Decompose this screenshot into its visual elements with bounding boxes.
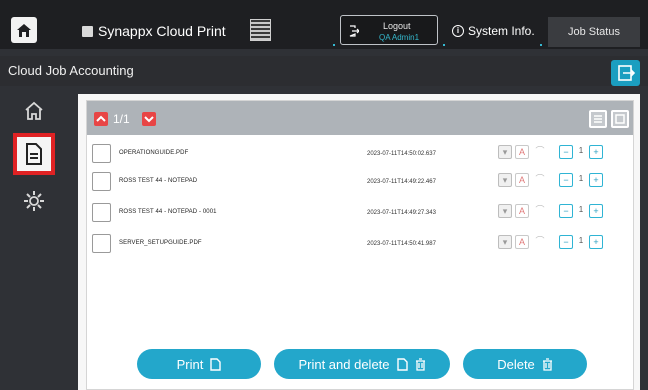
row-checkbox[interactable]	[92, 172, 111, 191]
indicator-dot	[540, 44, 542, 46]
increase-copies-button[interactable]: +	[589, 204, 603, 218]
print-and-delete-label: Print and delete	[298, 356, 390, 372]
fullscreen-button[interactable]	[611, 110, 629, 128]
document-icon	[396, 357, 408, 371]
page-up-button[interactable]	[94, 112, 108, 126]
trash-icon	[415, 357, 425, 371]
file-timestamp: 2023-07-11T14:49:27.343	[367, 210, 436, 216]
staple-icon[interactable]: ⌒	[533, 204, 547, 218]
decrease-copies-button[interactable]: −	[559, 145, 573, 159]
page-indicator: 1/1	[113, 112, 130, 126]
nav-home[interactable]	[15, 92, 53, 130]
logout-label: Logout	[383, 21, 411, 31]
file-name: ROSS TEST 44 - NOTEPAD	[119, 178, 198, 184]
home-icon	[17, 23, 31, 37]
tray-icon[interactable]: ▾	[498, 145, 512, 159]
staple-icon[interactable]: ⌒	[533, 173, 547, 187]
indicator-dot	[333, 44, 335, 46]
delete-label: Delete	[497, 356, 535, 372]
job-status-button[interactable]: Job Status	[548, 17, 640, 47]
list-item[interactable]: SERVER_SETUPGUIDE.PDF 2023-07-11T14:50:4…	[92, 234, 612, 258]
copies-count: 1	[578, 146, 584, 155]
color-icon[interactable]: A	[515, 145, 529, 159]
color-icon[interactable]: A	[515, 204, 529, 218]
title-bar: Cloud Job Accounting	[0, 56, 648, 86]
tray-icon[interactable]: ▾	[498, 204, 512, 218]
tray-icon[interactable]: ▾	[498, 235, 512, 249]
exit-button[interactable]	[611, 60, 640, 86]
increase-copies-button[interactable]: +	[589, 173, 603, 187]
decrease-copies-button[interactable]: −	[559, 235, 573, 249]
gear-icon	[24, 191, 44, 211]
decrease-copies-button[interactable]: −	[559, 173, 573, 187]
list-item[interactable]: ROSS TEST 44 - NOTEPAD - 0001 2023-07-11…	[92, 203, 612, 227]
staple-icon[interactable]: ⌒	[533, 145, 547, 159]
print-button[interactable]: Print	[137, 349, 261, 379]
copies-count: 1	[578, 205, 584, 214]
indicator-dot	[443, 44, 445, 46]
system-info-button[interactable]: i System Info.	[452, 24, 535, 38]
delete-button[interactable]: Delete	[463, 349, 587, 379]
pager-bar	[87, 101, 633, 135]
nav-settings[interactable]	[15, 182, 53, 220]
file-timestamp: 2023-07-11T14:49:22.467	[367, 179, 436, 185]
page-down-button[interactable]	[142, 112, 156, 126]
print-and-delete-button[interactable]: Print and delete	[274, 349, 450, 379]
page-title: Cloud Job Accounting	[8, 63, 134, 78]
select-all-button[interactable]	[589, 110, 607, 128]
logout-icon	[349, 25, 359, 37]
keyboard-icon[interactable]	[250, 19, 271, 41]
file-name: SERVER_SETUPGUIDE.PDF	[119, 240, 202, 246]
logout-button[interactable]: Logout QA Admin1	[340, 15, 438, 45]
copies-count: 1	[578, 174, 584, 183]
trash-icon	[542, 357, 552, 371]
app-title: Synappx Cloud Print	[98, 23, 226, 39]
expand-icon	[615, 114, 625, 124]
copies-count: 1	[578, 236, 584, 245]
print-label: Print	[176, 356, 204, 372]
list-item[interactable]: OPERATIONGUIDE.PDF 2023-07-11T14:50:02.6…	[92, 144, 612, 168]
exit-icon	[618, 65, 636, 81]
tray-icon[interactable]: ▾	[498, 173, 512, 187]
row-checkbox[interactable]	[92, 144, 111, 163]
home-icon	[25, 101, 43, 120]
chevron-down-icon	[144, 116, 154, 123]
row-checkbox[interactable]	[92, 234, 111, 253]
increase-copies-button[interactable]: +	[589, 145, 603, 159]
top-bar: Synappx Cloud Print Logout QA Admin1 i S…	[0, 0, 648, 49]
decrease-copies-button[interactable]: −	[559, 204, 573, 218]
color-icon[interactable]: A	[515, 173, 529, 187]
side-nav	[0, 86, 72, 390]
row-checkbox[interactable]	[92, 203, 111, 222]
file-name: ROSS TEST 44 - NOTEPAD - 0001	[119, 209, 217, 215]
list-icon	[594, 115, 602, 123]
home-button[interactable]	[11, 17, 37, 43]
info-icon: i	[452, 25, 464, 37]
increase-copies-button[interactable]: +	[589, 235, 603, 249]
app-icon	[82, 26, 93, 37]
color-icon[interactable]: A	[515, 235, 529, 249]
document-icon	[210, 357, 222, 371]
chevron-up-icon	[96, 115, 106, 122]
file-timestamp: 2023-07-11T14:50:02.637	[367, 151, 436, 157]
system-info-label: System Info.	[468, 24, 535, 38]
list-item[interactable]: ROSS TEST 44 - NOTEPAD 2023-07-11T14:49:…	[92, 172, 612, 196]
file-name: OPERATIONGUIDE.PDF	[119, 150, 189, 156]
nav-document[interactable]	[13, 133, 55, 175]
logged-in-user: QA Admin1	[379, 33, 420, 42]
file-timestamp: 2023-07-11T14:50:41.987	[367, 241, 436, 247]
staple-icon[interactable]: ⌒	[533, 235, 547, 249]
document-icon	[26, 143, 42, 165]
